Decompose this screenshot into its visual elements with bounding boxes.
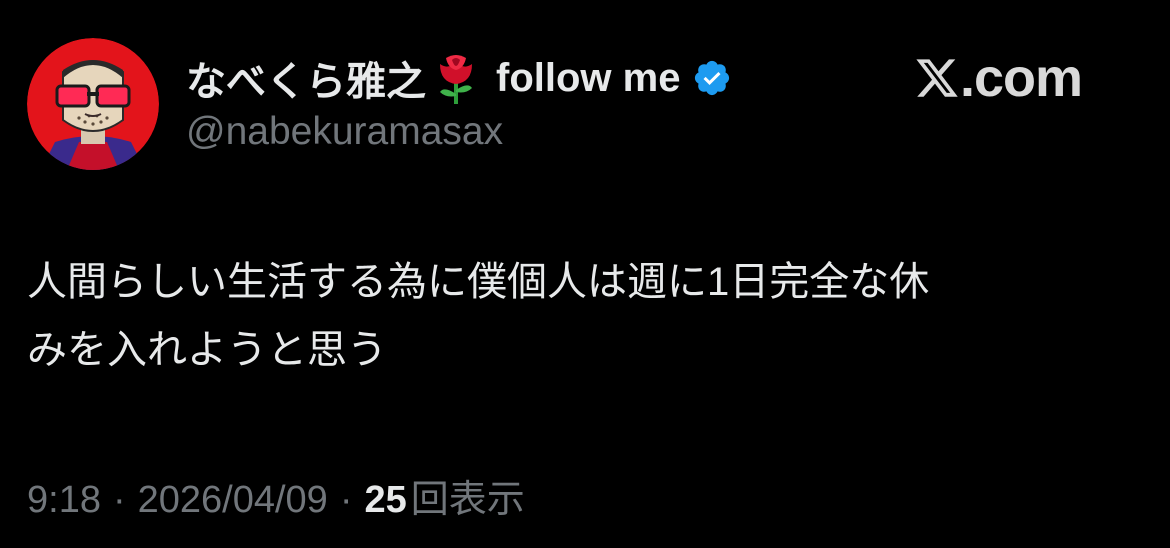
tweet-text: 人間らしい生活する為に僕個人は週に1日完全な休 みを入れようと思う	[27, 248, 1127, 384]
tweet-time[interactable]: 9:18	[27, 479, 101, 522]
author-name-suffix[interactable]: follow me	[496, 56, 680, 101]
rose-icon	[430, 50, 482, 106]
tweet-date[interactable]: 2026/04/09	[138, 479, 328, 522]
meta-separator: ·	[112, 479, 126, 521]
tweet-text-line-1: 人間らしい生活する為に僕個人は週に1日完全な休	[27, 260, 930, 304]
tweet-meta: 9:18 · 2026/04/09 · 25 回表示	[27, 468, 525, 523]
meta-separator: ·	[339, 479, 353, 521]
avatar-illustration	[27, 38, 159, 170]
tweet-text-line-2: みを入れようと思う	[27, 328, 387, 372]
author-handle[interactable]: @nabekuramasax	[186, 110, 503, 154]
avatar[interactable]	[27, 38, 159, 170]
author-display-name[interactable]: なべくら雅之	[186, 49, 426, 107]
views-label[interactable]: 回表示	[411, 468, 525, 523]
x-logo-icon	[914, 55, 960, 101]
brand-text: .com	[960, 48, 1083, 108]
views-count[interactable]: 25	[364, 479, 406, 522]
author-name-row[interactable]: なべくら雅之 follow me	[186, 50, 732, 106]
brand-watermark: .com	[914, 48, 1083, 108]
verified-badge-icon	[692, 58, 732, 98]
